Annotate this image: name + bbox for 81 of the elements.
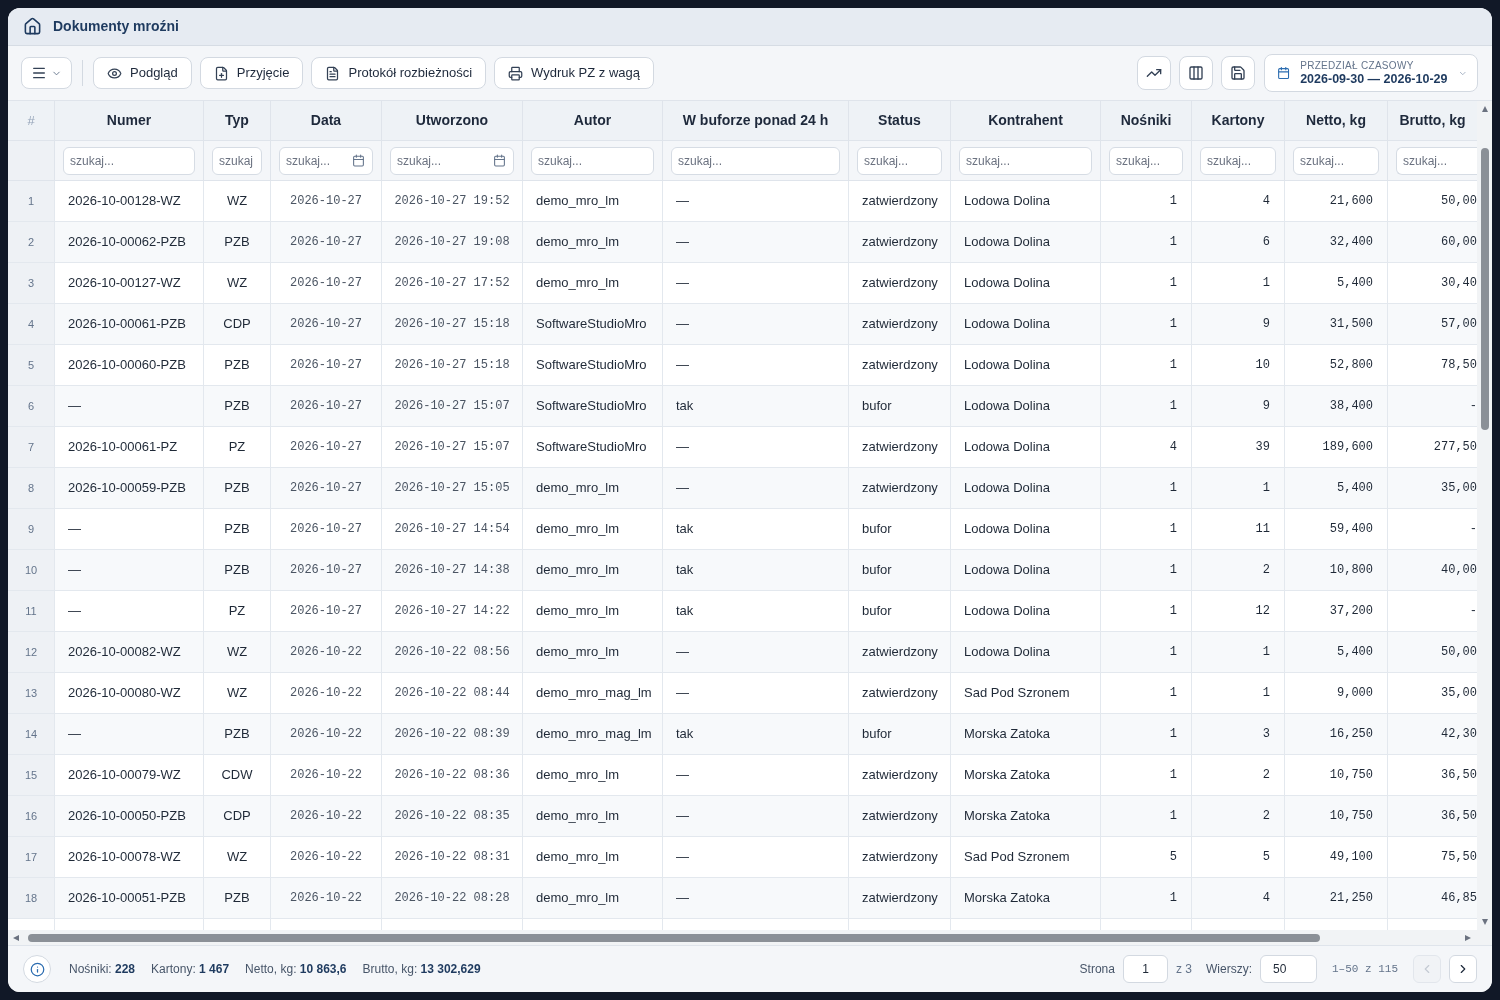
scroll-left-arrow-icon[interactable] xyxy=(12,933,20,942)
calendar-icon xyxy=(1277,64,1291,82)
table-cell: PZB xyxy=(204,878,271,919)
rows-per-page-field[interactable]: 50 xyxy=(1260,955,1317,983)
vertical-scrollbar[interactable] xyxy=(1477,101,1492,930)
table-cell: 2026-10-00051-PZB xyxy=(55,878,204,919)
table-cell: — xyxy=(663,878,849,919)
summary-stat: Nośniki: 228 xyxy=(69,961,136,978)
eye-icon xyxy=(107,65,122,81)
table-cell: zatwierdzony xyxy=(849,878,951,919)
summary-stat: Kartony: 1 467 xyxy=(151,961,230,978)
row-number: 7 xyxy=(8,427,55,468)
columns-icon xyxy=(1188,65,1204,81)
row-number: 10 xyxy=(8,550,55,591)
table-cell: 4 xyxy=(1192,878,1285,919)
row-number: 3 xyxy=(8,263,55,304)
row-number: 6 xyxy=(8,386,55,427)
row-number: 13 xyxy=(8,673,55,714)
scroll-down-arrow-icon[interactable] xyxy=(1480,918,1489,926)
document-icon xyxy=(325,65,341,81)
row-number: 12 xyxy=(8,632,55,673)
file-plus-icon xyxy=(213,65,229,81)
row-number: 16 xyxy=(8,796,55,837)
filter-field[interactable]: szukaj... xyxy=(1396,146,1477,175)
calendar-icon[interactable] xyxy=(493,154,506,167)
row-number: 14 xyxy=(8,714,55,755)
table-cell: 21,250 xyxy=(1285,878,1388,919)
save-button[interactable] xyxy=(1221,56,1255,90)
scrollbar-thumb[interactable] xyxy=(1480,148,1489,430)
date-range-picker[interactable]: PRZEDZIAŁ CZASOWY 2026-09-30 — 2026-10-29 xyxy=(1264,54,1478,92)
summary-stat: Brutto, kg: 13 302,629 xyxy=(362,961,481,978)
menu-button[interactable] xyxy=(21,57,72,89)
filter-field[interactable]: szukaj... xyxy=(671,146,840,175)
page-total: z 3 xyxy=(1175,961,1192,978)
filter-field[interactable]: szukaj... xyxy=(857,146,942,175)
toolbar-button[interactable]: Przyjęcie xyxy=(199,57,304,89)
filter-field[interactable]: szukaj... xyxy=(531,146,654,175)
filter-field[interactable]: szukaj... xyxy=(1109,146,1183,175)
info-icon[interactable] xyxy=(23,955,51,983)
filter-field[interactable]: szukaj xyxy=(212,146,262,175)
summary-stat: Netto, kg: 10 863,6 xyxy=(245,961,347,978)
window-title: Dokumenty mroźni xyxy=(53,17,179,36)
table-cell: 2026-10-22 08:28 xyxy=(382,878,523,919)
scroll-up-arrow-icon[interactable] xyxy=(1480,105,1489,113)
table-cell: demo_mro_lm xyxy=(523,878,663,919)
filter-field[interactable]: szukaj... xyxy=(959,146,1092,175)
row-number: 1 xyxy=(8,181,55,222)
filter-field[interactable]: szukaj... xyxy=(390,146,514,175)
row-number: 8 xyxy=(8,468,55,509)
table-cell: 2026-10-22 xyxy=(271,878,382,919)
filter-field[interactable]: szukaj... xyxy=(1200,146,1276,175)
row-number: 5 xyxy=(8,345,55,386)
chart-button[interactable] xyxy=(1137,56,1171,90)
scroll-right-arrow-icon[interactable] xyxy=(1464,933,1472,942)
row-number: 15 xyxy=(8,755,55,796)
toolbar-button[interactable]: Protokół rozbieżności xyxy=(311,57,487,89)
toolbar-button[interactable]: Podgląd xyxy=(93,57,192,89)
filter-field[interactable]: szukaj... xyxy=(279,146,373,175)
row-number: 18 xyxy=(8,878,55,919)
filter-field[interactable]: szukaj... xyxy=(1293,146,1379,175)
table-cell: Morska Zatoka xyxy=(951,878,1101,919)
save-icon xyxy=(1230,65,1246,81)
menu-icon xyxy=(31,65,47,81)
row-number: 11 xyxy=(8,591,55,632)
row-number: 9 xyxy=(8,509,55,550)
table-cell: 1 xyxy=(1101,878,1192,919)
columns-button[interactable] xyxy=(1179,56,1213,90)
page-label: Strona xyxy=(1079,961,1115,978)
horizontal-scrollbar[interactable] xyxy=(8,930,1492,945)
calendar-icon[interactable] xyxy=(352,154,365,167)
scrollbar-thumb[interactable] xyxy=(28,933,1320,942)
rows-label: Wierszy: xyxy=(1206,961,1252,978)
row-number: 4 xyxy=(8,304,55,345)
row-number: 2 xyxy=(8,222,55,263)
toolbar-button[interactable]: Wydruk PZ z wagą xyxy=(494,57,654,89)
printer-icon xyxy=(508,65,524,81)
row-number: 17 xyxy=(8,837,55,878)
home-icon[interactable] xyxy=(23,17,42,36)
filter-field[interactable]: szukaj... xyxy=(63,146,195,175)
page-field[interactable]: 1 xyxy=(1122,955,1168,983)
range-text: 1–50 z 115 xyxy=(1332,961,1398,977)
